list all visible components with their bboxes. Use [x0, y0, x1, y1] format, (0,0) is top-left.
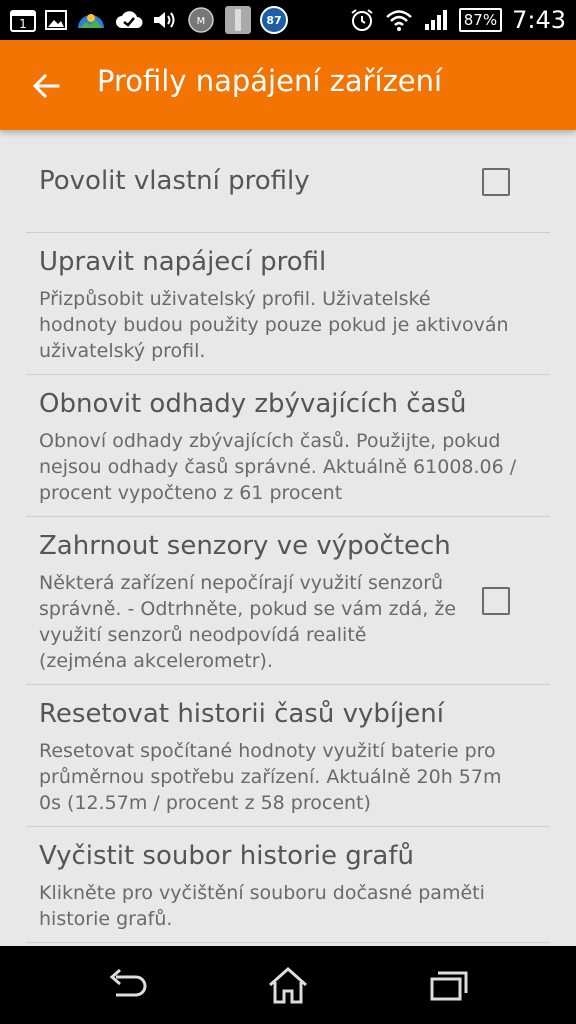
back-button[interactable]: [26, 66, 66, 106]
setting-include-sensors[interactable]: Zahrnout senzory ve výpočtech Některá za…: [26, 517, 550, 685]
phone-app-icon: [224, 5, 252, 35]
setting-refresh-estimates[interactable]: Obnovit odhady zbývajících časů Obnoví o…: [26, 375, 550, 517]
back-nav-icon: [109, 968, 147, 997]
setting-summary: Obnoví odhady zbývajících časů. Použijte…: [39, 430, 517, 504]
arrow-left-icon: [32, 73, 60, 99]
image-icon: [44, 8, 68, 32]
setting-title: Resetovat historii časů vybíjení: [39, 699, 445, 729]
setting-summary: Klikněte pro vyčištění souboru dočasné p…: [39, 882, 485, 930]
calendar-icon: 1: [10, 8, 36, 32]
home-nav-icon: [269, 966, 307, 1004]
setting-reset-discharge-history[interactable]: Resetovat historii časů vybíjení Resetov…: [26, 685, 550, 827]
signal-icon: [423, 8, 449, 32]
volume-icon: [152, 8, 178, 32]
shield-app-icon: M: [186, 6, 216, 34]
recents-nav-icon: [430, 971, 468, 1001]
nav-home-button[interactable]: [264, 964, 312, 1006]
setting-title: Zahrnout senzory ve výpočtech: [39, 531, 451, 561]
setting-summary: Přizpůsobit uživatelský profil. Uživatel…: [39, 288, 509, 362]
svg-text:1: 1: [19, 17, 27, 31]
badge-87-icon: 87: [260, 6, 288, 34]
setting-title: Vyčistit soubor historie grafů: [39, 841, 414, 871]
nav-recents-button[interactable]: [424, 964, 472, 1006]
setting-title: Povolit vlastní profily: [39, 166, 310, 196]
enable-custom-profiles-checkbox[interactable]: [482, 168, 510, 196]
battery-icon: 87%: [458, 8, 503, 32]
status-time: 7:43: [512, 6, 566, 34]
app-bar: Profily napájení zařízení: [0, 40, 576, 130]
page-title: Profily napájení zařízení: [97, 64, 443, 98]
setting-edit-power-profile[interactable]: Upravit napájecí profil Přizpůsobit uživ…: [26, 233, 550, 375]
status-bar: 1 M 87 87% 7:43: [0, 0, 576, 40]
setting-summary: Resetovat spočítané hodnoty využití bate…: [39, 740, 502, 814]
wifi-icon: [385, 8, 413, 32]
navigation-bar: [0, 946, 576, 1024]
alarm-icon: [349, 7, 375, 33]
include-sensors-checkbox[interactable]: [482, 587, 510, 615]
checkmark-cloud-icon: [114, 8, 144, 32]
setting-enable-custom-profiles[interactable]: Povolit vlastní profily: [26, 140, 550, 233]
setting-clear-graph-history[interactable]: Vyčistit soubor historie grafů Klikněte …: [26, 827, 550, 943]
setting-title: Obnovit odhady zbývajících časů: [39, 389, 467, 419]
svg-text:M: M: [197, 16, 206, 27]
setting-summary: Některá zařízení nepočírají využití senz…: [39, 572, 457, 672]
setting-title: Upravit napájecí profil: [39, 247, 327, 277]
nav-back-button[interactable]: [104, 964, 152, 1006]
weather-icon: [76, 8, 106, 32]
